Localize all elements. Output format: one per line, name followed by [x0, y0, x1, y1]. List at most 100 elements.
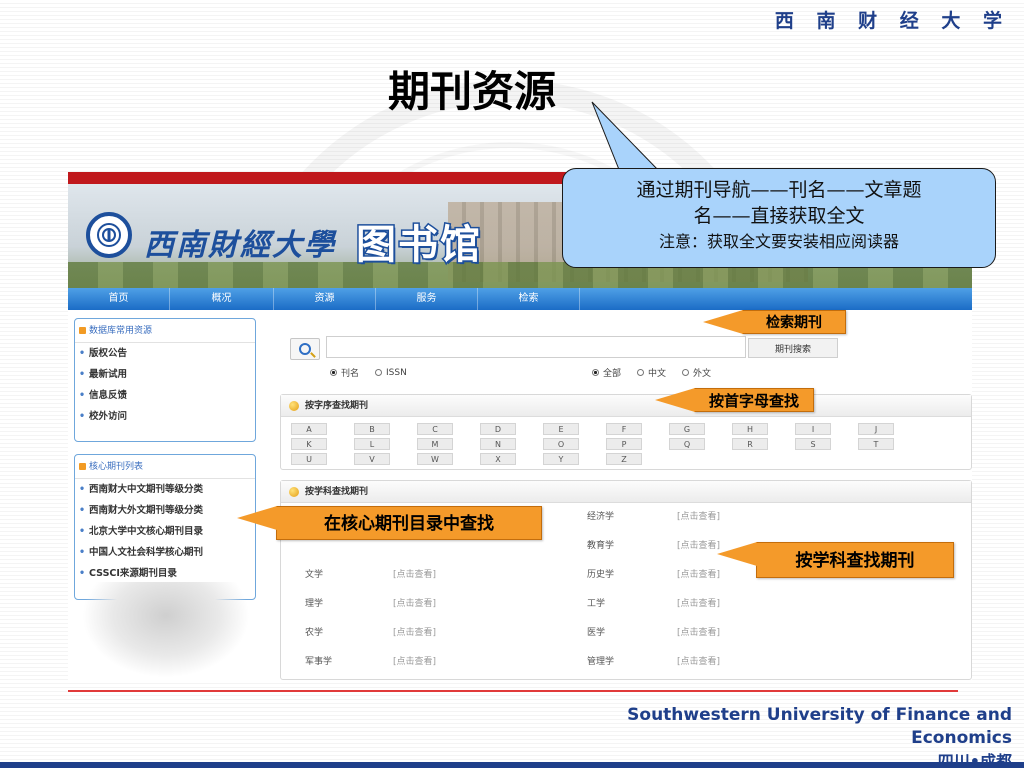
- radio-title[interactable]: 刊名: [330, 366, 359, 379]
- subject-right-name: 经济学: [587, 512, 615, 522]
- nav-services[interactable]: 服务: [376, 288, 478, 310]
- emblem-mark-icon: [102, 228, 116, 242]
- radio-all[interactable]: 全部: [592, 366, 621, 379]
- radio-foreign[interactable]: 外文: [682, 366, 711, 379]
- radio-chinese-dot: [637, 369, 645, 376]
- radio-issn[interactable]: ISSN: [375, 366, 407, 379]
- letter-w-button[interactable]: W: [417, 453, 453, 465]
- letter-r-button[interactable]: R: [732, 438, 768, 450]
- sidebar-item-pku-core[interactable]: 北京大学中文核心期刊目录: [75, 521, 255, 542]
- bottom-red-line: [68, 690, 958, 692]
- sidebar-database-box: 数据库常用资源 版权公告 最新试用 信息反馈 校外访问: [74, 318, 256, 442]
- subject-right-name: 教育学: [587, 541, 615, 551]
- radio-title-label: 刊名: [341, 369, 360, 379]
- letter-l-button[interactable]: L: [354, 438, 390, 450]
- subject-right-view-link[interactable]: [点击查看]: [677, 509, 720, 522]
- subject-right-view-link[interactable]: [点击查看]: [677, 538, 720, 551]
- letter-y-button[interactable]: Y: [543, 453, 579, 465]
- sidebar-item-copyright[interactable]: 版权公告: [75, 343, 255, 364]
- search-type-options: 刊名 ISSN: [330, 366, 407, 379]
- subject-right-view-link[interactable]: [点击查看]: [677, 596, 720, 609]
- letter-g-button[interactable]: G: [669, 423, 705, 435]
- letter-d-button[interactable]: D: [480, 423, 516, 435]
- sidebar-item-swufe-en[interactable]: 西南财大外文期刊等级分类: [75, 500, 255, 521]
- letter-u-button[interactable]: U: [291, 453, 327, 465]
- radio-issn-dot: [375, 369, 383, 376]
- university-name-en: Southwestern University of Finance and E…: [592, 704, 1012, 768]
- note-line-2: 名——直接获取全文: [693, 205, 865, 227]
- banner-logo-text: 西南財經大學: [144, 228, 336, 263]
- nav-home[interactable]: 首页: [68, 288, 170, 310]
- subject-left-name: 农学: [305, 628, 324, 638]
- note-line-3: 注意：获取全文要安装相应阅读器: [658, 232, 899, 251]
- letter-j-button[interactable]: J: [858, 423, 894, 435]
- nav-about[interactable]: 概况: [170, 288, 274, 310]
- callout-search: 检索期刊: [703, 310, 846, 334]
- university-en-line2: Economics: [911, 728, 1012, 748]
- letter-p-button[interactable]: P: [606, 438, 642, 450]
- radio-all-dot: [592, 369, 599, 376]
- sidebar-item-remote[interactable]: 校外访问: [75, 406, 255, 427]
- radio-title-dot: [330, 369, 337, 376]
- subject-right-view-link[interactable]: [点击查看]: [677, 567, 720, 580]
- letter-t-button[interactable]: T: [858, 438, 894, 450]
- sidebar-item-swufe-cn[interactable]: 西南财大中文期刊等级分类: [75, 479, 255, 500]
- subject-left-view-link[interactable]: [点击查看]: [393, 567, 436, 580]
- university-en-line1: Southwestern University of Finance and: [627, 705, 1012, 725]
- radio-issn-label: ISSN: [386, 367, 407, 378]
- subject-left-name: 军事学: [305, 657, 333, 667]
- sidebar-item-cssci[interactable]: CSSCI来源期刊目录: [75, 563, 255, 584]
- letter-q-button[interactable]: Q: [669, 438, 705, 450]
- callout-core: 在核心期刊目录中查找: [237, 506, 542, 540]
- radio-all-label: 全部: [603, 369, 622, 379]
- journal-search-button[interactable]: 期刊搜索: [748, 338, 838, 358]
- search-icon: [299, 343, 311, 355]
- letter-z-button[interactable]: Z: [606, 453, 642, 465]
- letter-b-button[interactable]: B: [354, 423, 390, 435]
- subject-left-view-link[interactable]: [点击查看]: [393, 625, 436, 638]
- search-icon-button[interactable]: [290, 338, 320, 360]
- sidebar-item-feedback[interactable]: 信息反馈: [75, 385, 255, 406]
- note-bubble: 通过期刊导航——刊名——文章题 名——直接获取全文 注意：获取全文要安装相应阅读…: [562, 168, 996, 268]
- letter-o-button[interactable]: O: [543, 438, 579, 450]
- letter-n-button[interactable]: N: [480, 438, 516, 450]
- slide-title: 期刊资源: [388, 67, 557, 116]
- radio-foreign-label: 外文: [693, 369, 712, 379]
- letter-m-button[interactable]: M: [417, 438, 453, 450]
- alpha-panel-title: 按字序查找期刊: [281, 395, 971, 417]
- bottom-blue-bar: [0, 762, 1024, 768]
- alpha-panel: 按字序查找期刊 A B C D E F G H I J K L M N O P Q R S T U V W X Y Z: [280, 394, 972, 470]
- letter-c-button[interactable]: C: [417, 423, 453, 435]
- subject-panel-title: 按学科查找期刊: [281, 481, 971, 503]
- sidebar-box2-title: 核心期刊列表: [75, 455, 255, 479]
- nav-search[interactable]: 检索: [478, 288, 580, 310]
- letter-i-button[interactable]: I: [795, 423, 831, 435]
- letter-h-button[interactable]: H: [732, 423, 768, 435]
- journal-search-input[interactable]: [326, 336, 746, 358]
- banner-library-text[interactable]: 图书馆: [355, 212, 482, 270]
- tree-image: [82, 582, 250, 678]
- note-line-1: 通过期刊导航——刊名——文章题: [636, 179, 922, 201]
- letter-e-button[interactable]: E: [543, 423, 579, 435]
- letter-x-button[interactable]: X: [480, 453, 516, 465]
- subject-left-view-link[interactable]: [点击查看]: [393, 596, 436, 609]
- letter-v-button[interactable]: V: [354, 453, 390, 465]
- letter-f-button[interactable]: F: [606, 423, 642, 435]
- subject-right-name: 工学: [587, 599, 606, 609]
- subject-left-name: 文学: [305, 570, 324, 580]
- subject-left-view-link[interactable]: [点击查看]: [393, 654, 436, 667]
- radio-chinese-label: 中文: [648, 369, 667, 379]
- sidebar-item-trial[interactable]: 最新试用: [75, 364, 255, 385]
- subject-right-view-link[interactable]: [点击查看]: [677, 625, 720, 638]
- sidebar-item-social-core[interactable]: 中国人文社会科学核心期刊: [75, 542, 255, 563]
- university-name-cn: 西 南 财 经 大 学: [774, 10, 1010, 32]
- nav-resources[interactable]: 资源: [274, 288, 376, 310]
- sidebar-box1-title: 数据库常用资源: [75, 319, 255, 343]
- radio-chinese[interactable]: 中文: [637, 366, 666, 379]
- subject-right-view-link[interactable]: [点击查看]: [677, 654, 720, 667]
- letter-k-button[interactable]: K: [291, 438, 327, 450]
- subject-right-name: 历史学: [587, 570, 615, 580]
- letter-a-button[interactable]: A: [291, 423, 327, 435]
- note-bubble-tail-icon: [591, 101, 662, 173]
- letter-s-button[interactable]: S: [795, 438, 831, 450]
